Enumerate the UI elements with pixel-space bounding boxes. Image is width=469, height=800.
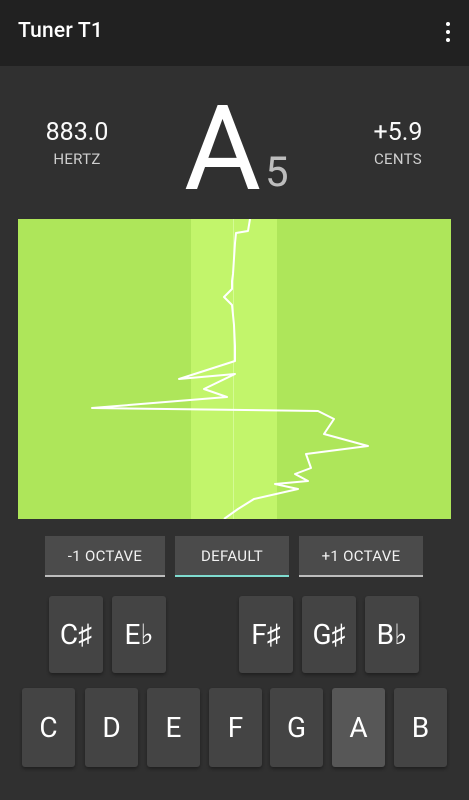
- app-title: Tuner T1: [18, 19, 104, 43]
- note-name: A: [184, 80, 261, 218]
- key-c-sharp[interactable]: C♯: [49, 596, 103, 673]
- cents-label: CENTS: [373, 150, 423, 168]
- key-d[interactable]: D: [85, 688, 138, 767]
- key-g[interactable]: G: [270, 688, 323, 767]
- frequency-label: HERTZ: [53, 150, 101, 168]
- key-a[interactable]: A: [332, 688, 385, 767]
- key-e[interactable]: E: [147, 688, 200, 767]
- frequency-value: 883.0: [45, 118, 109, 147]
- pitch-graph: [18, 219, 451, 519]
- key-e-flat[interactable]: E♭: [112, 596, 166, 673]
- more-vert-icon[interactable]: [441, 20, 455, 44]
- cents-readout: +5.9 CENTS: [352, 118, 444, 168]
- key-b[interactable]: B: [394, 688, 447, 767]
- key-b-flat[interactable]: B♭: [365, 596, 419, 673]
- octave-up-button[interactable]: +1 OCTAVE: [299, 536, 423, 577]
- key-f[interactable]: F: [209, 688, 262, 767]
- key-f-sharp[interactable]: F♯: [239, 596, 293, 673]
- octave-down-button[interactable]: -1 OCTAVE: [45, 536, 165, 577]
- key-c[interactable]: C: [22, 688, 75, 767]
- frequency-readout: 883.0 HERTZ: [28, 118, 126, 168]
- key-g-sharp[interactable]: G♯: [302, 596, 356, 673]
- note-octave: 5: [265, 148, 289, 197]
- cents-value: +5.9: [373, 118, 423, 147]
- octave-default-button[interactable]: DEFAULT: [175, 536, 289, 577]
- app-bar: Tuner T1: [0, 0, 469, 66]
- pitch-trace: [91, 219, 369, 519]
